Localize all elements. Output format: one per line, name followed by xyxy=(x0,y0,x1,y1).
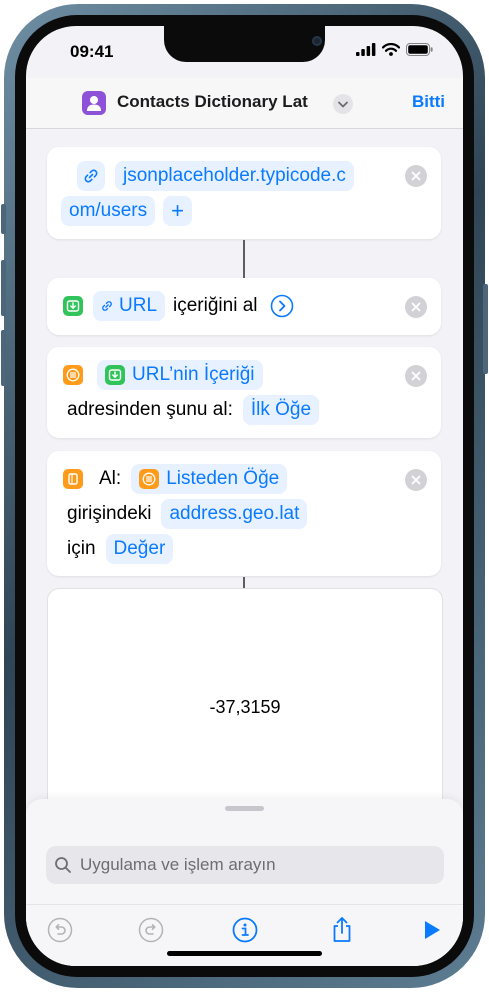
list-action-icon xyxy=(63,365,83,385)
get-value-line-3: için Değer xyxy=(67,532,181,566)
run-button[interactable] xyxy=(417,915,447,945)
get-value-line-2: girişindeki address.geo.lat xyxy=(67,497,315,531)
get-value-line-1: Al: Listeden Öğe xyxy=(63,462,295,496)
url-action-card[interactable]: jsonplaceholder.typicode.c om/users + xyxy=(47,147,441,239)
url-variable-label: URL xyxy=(119,295,158,316)
volume-up-button xyxy=(1,260,6,316)
url-value-line2[interactable]: om/users xyxy=(61,196,156,226)
list-token-icon xyxy=(139,469,160,489)
info-icon xyxy=(232,917,258,943)
status-time: 09:41 xyxy=(70,42,114,61)
chevron-down-icon xyxy=(338,101,348,108)
download-icon xyxy=(66,300,80,312)
share-button[interactable] xyxy=(327,915,357,945)
action-connector xyxy=(243,577,245,588)
get-item-line-1: URL’nin İçeriği xyxy=(63,358,271,392)
key-label: girişindeki xyxy=(67,503,152,524)
list-item-variable-token[interactable]: Listeden Öğe xyxy=(131,464,288,494)
undo-icon xyxy=(47,917,73,943)
url-variable-token[interactable]: URL xyxy=(93,291,166,321)
action-connector xyxy=(243,240,245,278)
add-url-button[interactable]: + xyxy=(163,196,192,226)
result-value: -37,3159 xyxy=(209,697,281,717)
undo-button[interactable] xyxy=(45,915,75,945)
notch xyxy=(164,26,325,62)
first-item-token[interactable]: İlk Öğe xyxy=(242,395,320,425)
list-icon xyxy=(66,368,80,382)
front-camera xyxy=(312,36,322,46)
remove-action-button[interactable] xyxy=(405,296,427,318)
wifi-icon xyxy=(382,43,400,56)
remove-action-button[interactable] xyxy=(405,469,427,491)
mute-switch xyxy=(1,204,6,234)
url-line-1: jsonplaceholder.typicode.c xyxy=(77,159,362,193)
get-item-label: adresinden şunu al: xyxy=(67,399,233,420)
link-icon xyxy=(102,301,112,311)
signal-icon xyxy=(356,43,376,56)
contact-person-icon xyxy=(87,96,101,111)
link-icon xyxy=(84,169,98,183)
url-contents-label: URL’nin İçeriği xyxy=(132,364,255,385)
search-icon xyxy=(55,857,71,873)
chevron-right-circle-icon[interactable] xyxy=(270,294,294,318)
close-icon xyxy=(411,302,421,312)
done-button[interactable]: Bitti xyxy=(412,92,445,112)
get-contents-line: URL içeriğini al xyxy=(63,289,294,323)
close-icon xyxy=(411,171,421,181)
close-icon xyxy=(411,371,421,381)
download-action-icon xyxy=(63,296,83,316)
url-token-icon[interactable] xyxy=(77,161,105,191)
sheet-grabber[interactable] xyxy=(225,806,264,811)
close-icon xyxy=(411,475,421,485)
share-icon xyxy=(333,917,351,942)
download-token-icon xyxy=(105,365,125,385)
get-item-line-2: adresinden şunu al: İlk Öğe xyxy=(67,393,327,427)
dictionary-action-icon xyxy=(63,469,83,489)
shortcut-title[interactable]: Contacts Dictionary Lat xyxy=(117,92,308,112)
get-contents-action-card[interactable]: URL içeriğini al xyxy=(47,278,441,335)
remove-action-button[interactable] xyxy=(405,165,427,187)
volume-down-button xyxy=(1,330,6,386)
action-search-sheet: Uygulama ve işlem arayın xyxy=(26,799,463,966)
battery-icon xyxy=(406,43,433,56)
title-menu-button[interactable] xyxy=(333,94,353,114)
redo-button[interactable] xyxy=(136,915,166,945)
get-label: Al: xyxy=(99,468,122,489)
navigation-bar: Contacts Dictionary Lat Bitti xyxy=(26,78,463,129)
play-icon xyxy=(425,921,440,939)
url-line-2: om/users + xyxy=(61,194,200,228)
redo-icon xyxy=(138,917,164,943)
get-item-action-card[interactable]: URL’nin İçeriği adresinden şunu al: İlk … xyxy=(47,347,441,438)
power-button xyxy=(483,284,488,374)
list-item-label: Listeden Öğe xyxy=(166,468,280,489)
search-placeholder: Uygulama ve işlem arayın xyxy=(80,855,276,874)
get-value-action-card[interactable]: Al: Listeden Öğe girişindeki address.geo… xyxy=(47,451,441,576)
for-label: için xyxy=(67,538,96,559)
status-icons xyxy=(356,43,433,56)
screen: 09:41 Contacts Dictionary Lat Bitti json… xyxy=(26,26,463,966)
download-icon xyxy=(108,369,122,381)
url-contents-variable-token[interactable]: URL’nin İçeriği xyxy=(97,360,263,390)
dictionary-icon xyxy=(68,473,78,485)
shortcut-app-icon[interactable] xyxy=(82,91,106,115)
editor-toolbar xyxy=(26,904,463,955)
remove-action-button[interactable] xyxy=(405,365,427,387)
url-value-line1[interactable]: jsonplaceholder.typicode.c xyxy=(115,161,354,191)
value-token[interactable]: Değer xyxy=(105,534,174,564)
list-icon xyxy=(142,472,156,486)
home-indicator[interactable] xyxy=(167,951,322,956)
key-token[interactable]: address.geo.lat xyxy=(161,499,308,529)
info-button[interactable] xyxy=(230,915,260,945)
search-field[interactable]: Uygulama ve işlem arayın xyxy=(46,846,444,884)
get-contents-label: içeriğini al xyxy=(173,295,258,316)
